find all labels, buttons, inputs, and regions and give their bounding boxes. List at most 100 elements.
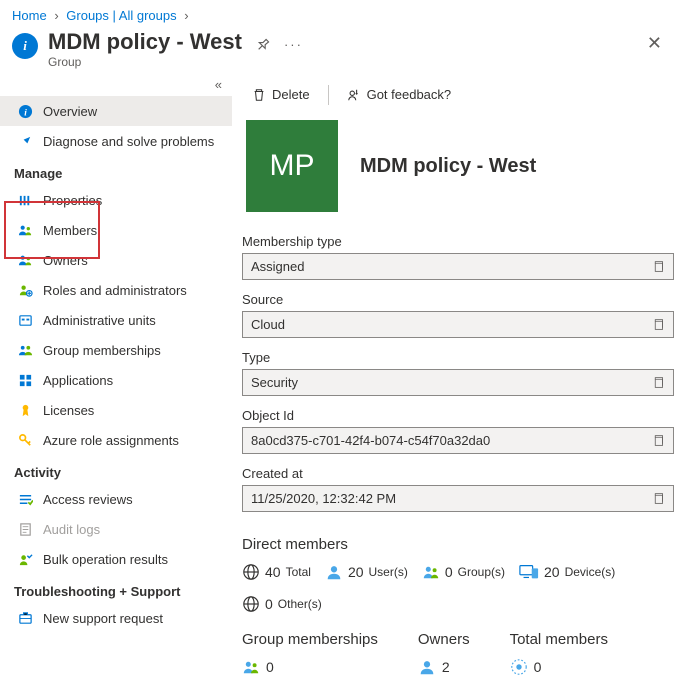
object-id-label: Object Id <box>242 408 674 423</box>
sidebar-item-audit-logs[interactable]: Audit logs <box>0 514 232 544</box>
globe-icon <box>242 595 260 613</box>
membership-type-label: Membership type <box>242 234 674 249</box>
col-value: 2 <box>442 659 450 675</box>
stat-num: 0 <box>265 596 273 612</box>
sidebar-item-admin-units[interactable]: Administrative units <box>0 305 232 335</box>
sidebar-item-owners[interactable]: Owners <box>0 245 232 275</box>
sidebar-item-members[interactable]: Members <box>0 215 232 245</box>
group-banner: MP MDM policy - West <box>246 120 674 212</box>
licenses-icon <box>17 402 33 418</box>
sidebar-item-label: Azure role assignments <box>43 433 179 448</box>
feedback-icon <box>347 88 361 102</box>
sidebar-item-label: New support request <box>43 611 163 626</box>
sidebar-item-label: Administrative units <box>43 313 156 328</box>
page-subtitle: Group <box>48 55 242 69</box>
stat-groups: 0 Group(s) <box>422 563 505 581</box>
created-at-value: 11/25/2020, 12:32:42 PM <box>251 491 396 506</box>
breadcrumb-home[interactable]: Home <box>12 8 47 23</box>
sidebar-item-label: Members <box>43 223 97 238</box>
chevron-right-icon: › <box>184 8 188 23</box>
stat-total: 40 Total <box>242 563 311 581</box>
created-at-field: 11/25/2020, 12:32:42 PM <box>242 485 674 512</box>
stat-others: 0 Other(s) <box>242 595 322 613</box>
type-value: Security <box>251 375 298 390</box>
copy-icon[interactable] <box>652 376 665 389</box>
sidebar-item-licenses[interactable]: Licenses <box>0 395 232 425</box>
info-icon: i <box>17 103 33 119</box>
toolbar: Delete Got feedback? <box>242 75 674 114</box>
globe-icon <box>242 563 260 581</box>
sidebar-item-label: Bulk operation results <box>43 552 168 567</box>
group-name: MDM policy - West <box>360 155 536 178</box>
copy-icon[interactable] <box>652 434 665 447</box>
stat-lbl: User(s) <box>369 565 408 579</box>
sidebar-item-azure-roles[interactable]: Azure role assignments <box>0 425 232 455</box>
breadcrumb: Home › Groups | All groups › <box>0 0 684 25</box>
sidebar-item-group-memberships[interactable]: Group memberships <box>0 335 232 365</box>
sidebar-item-label: Group memberships <box>43 343 161 358</box>
total-icon <box>510 658 528 676</box>
separator <box>328 85 329 105</box>
stat-devices: 20 Device(s) <box>519 563 615 581</box>
owners-icon <box>17 252 33 268</box>
sidebar-item-label: Owners <box>43 253 88 268</box>
sidebar-item-diagnose[interactable]: Diagnose and solve problems <box>0 126 232 156</box>
page-header: i MDM policy - West Group ··· ✕ <box>0 25 684 75</box>
stat-num: 40 <box>265 564 281 580</box>
sidebar-item-new-support[interactable]: New support request <box>0 603 232 633</box>
stat-num: 20 <box>544 564 560 580</box>
stat-lbl: Device(s) <box>565 565 616 579</box>
more-icon[interactable]: ··· <box>284 37 303 52</box>
roles-icon <box>17 282 33 298</box>
sidebar-item-label: Roles and administrators <box>43 283 187 298</box>
group-icon <box>242 658 260 676</box>
col-title: Owners <box>418 631 470 648</box>
direct-members-stats: 40 Total 20 User(s) 0 Group(s) 20 Device… <box>242 563 674 613</box>
collapse-icon[interactable]: « <box>215 77 222 92</box>
sidebar-item-applications[interactable]: Applications <box>0 365 232 395</box>
sidebar-item-properties[interactable]: Properties <box>0 185 232 215</box>
type-field: Security <box>242 369 674 396</box>
stat-num: 0 <box>445 564 453 580</box>
feedback-label: Got feedback? <box>367 87 452 102</box>
feedback-button[interactable]: Got feedback? <box>341 83 458 106</box>
breadcrumb-groups[interactable]: Groups | All groups <box>66 8 176 23</box>
membership-type-value: Assigned <box>251 259 304 274</box>
sidebar-item-access-reviews[interactable]: Access reviews <box>0 484 232 514</box>
pin-icon[interactable] <box>253 35 273 55</box>
sidebar-item-bulk-ops[interactable]: Bulk operation results <box>0 544 232 574</box>
source-value: Cloud <box>251 317 285 332</box>
user-icon <box>325 563 343 581</box>
sidebar-item-label: Licenses <box>43 403 94 418</box>
delete-button[interactable]: Delete <box>246 83 316 106</box>
sidebar-item-overview[interactable]: i Overview <box>0 96 232 126</box>
membership-type-field: Assigned <box>242 253 674 280</box>
col-title: Total members <box>510 631 608 648</box>
applications-icon <box>17 372 33 388</box>
copy-icon[interactable] <box>652 318 665 331</box>
audit-logs-icon <box>17 521 33 537</box>
copy-icon[interactable] <box>652 260 665 273</box>
bulk-ops-icon <box>17 551 33 567</box>
close-button[interactable]: ✕ <box>637 29 672 58</box>
source-label: Source <box>242 292 674 307</box>
admin-units-icon <box>17 312 33 328</box>
sidebar-item-roles[interactable]: Roles and administrators <box>0 275 232 305</box>
summary-group-memberships: Group memberships 0 <box>242 631 378 676</box>
created-at-label: Created at <box>242 466 674 481</box>
summary-total-members: Total members 0 <box>510 631 608 676</box>
svg-text:i: i <box>24 108 27 118</box>
stat-users: 20 User(s) <box>325 563 408 581</box>
key-icon <box>17 432 33 448</box>
properties-icon <box>17 192 33 208</box>
sidebar-item-label: Access reviews <box>43 492 133 507</box>
sidebar-section-troubleshoot: Troubleshooting + Support <box>0 574 232 603</box>
sidebar-item-label: Audit logs <box>43 522 100 537</box>
copy-icon[interactable] <box>652 492 665 505</box>
chevron-right-icon: › <box>54 8 58 23</box>
sidebar-item-label: Overview <box>43 104 97 119</box>
info-icon: i <box>12 33 38 59</box>
col-value: 0 <box>534 659 542 675</box>
sidebar-section-activity: Activity <box>0 455 232 484</box>
col-title: Group memberships <box>242 631 378 648</box>
